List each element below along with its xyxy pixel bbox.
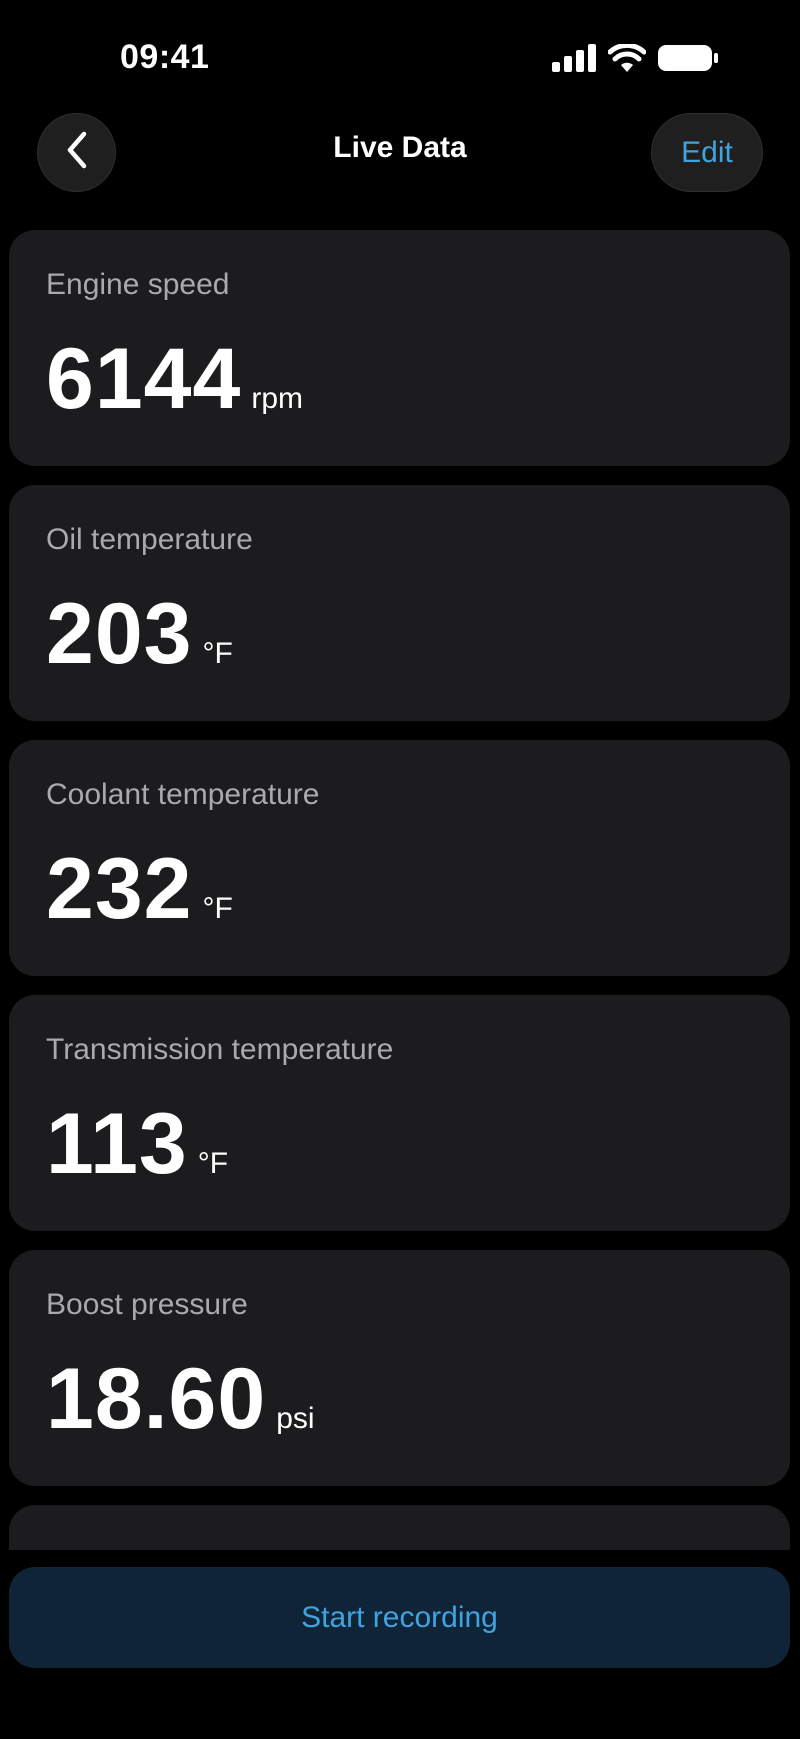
metric-reading: 203 °F: [46, 585, 233, 684]
metric-unit: psi: [276, 1402, 315, 1435]
edit-button[interactable]: Edit: [651, 113, 763, 192]
metric-card-coolant-temperature[interactable]: Coolant temperature 232 °F: [9, 740, 790, 976]
status-time: 09:41: [120, 38, 210, 76]
battery-icon: [658, 44, 718, 77]
cellular-signal-icon: [552, 44, 596, 77]
live-data-list[interactable]: Engine speed 6144 rpm Oil temperature 20…: [0, 229, 800, 1550]
metric-value: 203: [46, 586, 193, 682]
metric-card-transmission-temperature[interactable]: Transmission temperature 113 °F: [9, 995, 790, 1231]
metric-label: Boost pressure: [46, 1288, 248, 1321]
metric-reading: 6144 rpm: [46, 330, 303, 429]
status-icons: [552, 42, 718, 77]
metric-label: Transmission temperature: [46, 1033, 394, 1066]
start-recording-button[interactable]: Start recording: [9, 1567, 790, 1668]
metric-value: 18.60: [46, 1351, 267, 1447]
metric-card-engine-speed[interactable]: Engine speed 6144 rpm: [9, 230, 790, 466]
metric-card-boost-pressure[interactable]: Boost pressure 18.60 psi: [9, 1250, 790, 1486]
metric-reading: 18.60 psi: [46, 1350, 315, 1449]
metric-label: Coolant temperature: [46, 778, 320, 811]
metric-value: 113: [46, 1096, 188, 1192]
metric-reading: 113 °F: [46, 1095, 228, 1194]
metric-card-oil-temperature[interactable]: Oil temperature 203 °F: [9, 485, 790, 721]
metric-card-partial[interactable]: [9, 1505, 790, 1550]
metric-unit: °F: [202, 892, 233, 925]
metric-unit: °F: [197, 1147, 229, 1180]
wifi-icon: [607, 42, 647, 77]
metric-label: Engine speed: [46, 268, 230, 301]
metric-unit: °F: [202, 637, 233, 670]
metric-value: 232: [46, 841, 193, 937]
metric-unit: rpm: [251, 382, 303, 415]
metric-reading: 232 °F: [46, 840, 233, 939]
metric-value: 6144: [46, 331, 242, 427]
status-bar: 09:41: [0, 0, 800, 100]
metric-label: Oil temperature: [46, 523, 253, 556]
